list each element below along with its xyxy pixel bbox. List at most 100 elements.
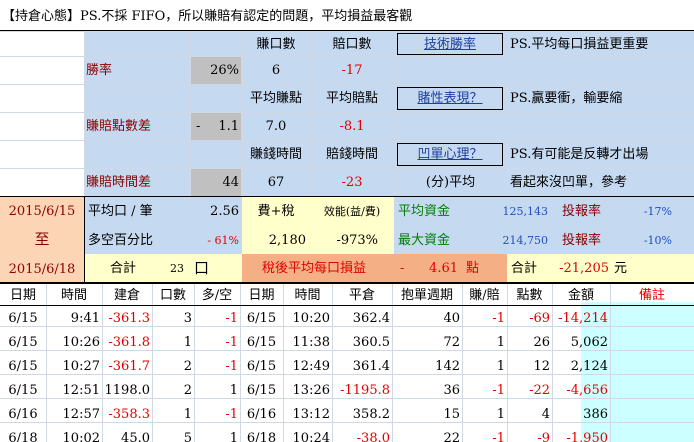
cell-direction: -1 [225,334,238,350]
cell-direction: -1 [225,358,238,374]
tech-winrate-button[interactable]: 技術勝率 [397,33,503,55]
point-diff-label: 賺賠點數差 [86,119,152,134]
date-from: 2015/6/15 [8,203,76,219]
header-win-loss: 賺/賠 [469,287,500,303]
date-to: 2015/6/18 [8,261,76,277]
cell-remarks [610,426,694,442]
cell-hold-period: 15 [443,406,460,422]
avg-loss-points: -8.1 [339,119,365,134]
cell-time-close: 11:38 [292,334,330,350]
cell-hold-period: 40 [443,310,460,326]
cell-win-loss: -1 [492,310,505,326]
after-tax-sign: - [400,261,405,276]
cell-direction: -1 [225,310,238,326]
lots-unit: 口 [194,259,210,277]
cell-lots: 1 [183,406,192,422]
win-count-header: 賺口數 [256,36,296,52]
cell-remarks [610,330,694,354]
total-lots-label: 合計 [109,261,136,276]
cell-time-close: 10:24 [292,430,330,442]
cell-remarks [610,378,694,402]
dip-mentality-button[interactable]: 凹單心理？ [397,143,503,166]
header-remarks: 備註 [638,287,665,303]
cell-direction: -1 [225,406,238,422]
cell-win-loss: 1 [496,358,505,374]
cell-lots: 5 [183,430,192,442]
avg-minutes-label: (分)平均 [425,175,476,190]
cell-win-loss: 1 [496,406,505,422]
win-count-value: 6 [271,63,281,78]
time-diff-label: 賺賠時間差 [86,175,152,190]
roi-label-1: 投報率 [562,203,602,219]
cell-date-close: 6/16 [246,406,277,422]
date-to-label: 至 [34,229,50,248]
cell-remarks [610,306,694,330]
avg-win-label: 平均賺點 [249,91,302,106]
cell-hold-period: 142 [435,358,460,374]
note-win-loss: PS.贏要衝，輸要縮 [510,91,623,106]
header-lots: 口數 [159,287,186,303]
header-points: 點數 [516,287,543,303]
cell-win-loss: -1 [492,382,505,398]
fee-tax-value: 2,180 [268,232,306,248]
avg-capital-value: 125,143 [502,204,549,218]
cell-close-price: -38.0 [356,430,390,442]
after-tax-unit: 點 [466,261,480,276]
loss-time-value: -23 [341,175,363,190]
avg-per-lot-value: 2.56 [210,203,239,219]
cell-hold-period: 22 [443,430,460,442]
cell-hold-period: 36 [443,382,460,398]
cell-points: 12 [533,358,550,374]
cell-close-price: -1195.8 [340,382,390,398]
spreadsheet: 【持倉心態】PS.不採 FIFO，所以賺賠有認定的問題，平均損益最客觀 賺口數 … [0,0,694,442]
gambling-button[interactable]: 賭性表現？ [397,87,503,110]
efficiency-label: 效能(益/費) [323,204,381,218]
cell-date-close: 6/15 [246,310,277,326]
header-hold-period: 抱單週期 [400,287,453,303]
cell-points: -69 [529,310,550,326]
long-short-label: 多空百分比 [88,232,154,248]
cell-time-close: 13:26 [292,382,330,398]
cell-open-price: -358.3 [108,406,150,422]
cell-close-price: 358.2 [352,406,390,422]
loss-count-value: -17 [341,63,363,78]
avg-capital-label: 平均資金 [398,203,451,219]
cell-open-price: -361.3 [108,310,150,326]
cell-time-open: 10:26 [62,334,100,350]
header-time-close: 時間 [294,287,321,303]
cell-amount: 2,124 [570,358,608,374]
cell-remarks [610,402,694,426]
point-diff-sign: - [196,119,201,134]
cell-hold-period: 72 [443,334,460,350]
cell-date-close: 6/15 [246,334,277,350]
total-amount-label: 合計 [511,261,538,276]
cell-lots: 1 [183,334,192,350]
roi-value-1: -17% [643,204,672,218]
cell-time-open: 12:51 [62,382,100,398]
header-date-close: 日期 [248,287,275,303]
total-lots-value: 23 [170,262,184,275]
cell-date-open: 6/15 [8,310,38,326]
win-time-label: 賺錢時間 [249,147,302,162]
page-title: 【持倉心態】PS.不採 FIFO，所以賺賠有認定的問題，平均損益最客觀 [2,8,413,24]
cell-points: -9 [537,430,550,442]
cell-direction: 1 [229,382,238,398]
cell-time-open: 12:57 [62,406,100,422]
cell-amount: 386 [583,406,608,422]
cell-open-price: 1198.0 [104,382,151,398]
cell-amount: -1,950 [566,430,608,442]
max-capital-label: 最大資金 [398,232,451,248]
total-amount-unit: 元 [614,261,628,276]
cell-date-close: 6/15 [246,358,277,374]
winrate-value: 26% [210,63,239,78]
cell-close-price: 361.4 [352,358,390,374]
long-short-value: - 61% [207,233,239,247]
header-close-price: 平倉 [348,287,375,303]
cell-open-price: -361.7 [108,358,150,374]
header-direction: 多/空 [201,287,233,303]
avg-per-lot-label: 平均口 / 筆 [88,203,153,219]
avg-win-points: 7.0 [265,119,287,134]
note-avg-pnl: PS.平均每口損益更重要 [510,36,649,52]
note-reversal: PS.有可能是反轉才出場 [510,147,649,162]
note-no-dip: 看起來沒凹單，參考 [510,175,628,190]
